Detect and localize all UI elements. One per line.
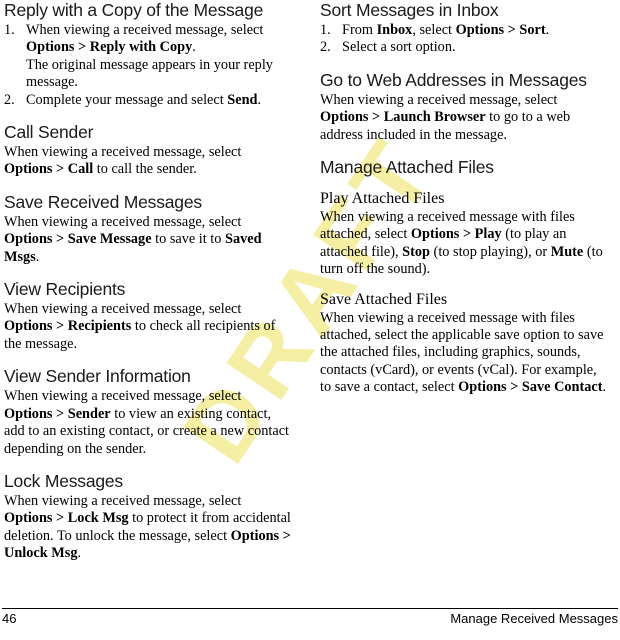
- body-text-run: When viewing a received message, select: [4, 301, 242, 318]
- body-text-run: When viewing a received message, select: [4, 144, 242, 161]
- section-heading: View Sender Information: [4, 366, 191, 387]
- step-text: Complete your message and select Send.: [26, 92, 292, 109]
- emphasis-text: Options > Save Message: [4, 231, 152, 248]
- body-text-run: .: [77, 545, 82, 562]
- step-number: 2.: [4, 91, 15, 108]
- emphasis-text: Options > Recipients: [4, 318, 132, 335]
- procedure-list: 1. From Inbox, select Options > Sort. 2. Se…: [320, 22, 608, 57]
- body-text-run: .: [545, 22, 550, 38]
- emphasis-text: Options > Call: [4, 161, 94, 178]
- step-text: When viewing a received message, select …: [26, 22, 292, 57]
- page-number: 46: [2, 611, 17, 626]
- procedure-step: 2. Select a sort option.: [320, 39, 608, 56]
- step-number: 2.: [320, 39, 331, 56]
- sub-heading: Play Attached Files: [320, 190, 445, 208]
- sub-heading: Save Attached Files: [320, 290, 448, 308]
- section-heading: Call Sender: [4, 122, 94, 143]
- body-paragraph: When viewing a received message, select …: [320, 92, 608, 144]
- emphasis-text: Inbox: [376, 22, 413, 38]
- content-block: Lock Messages When viewing a received mes…: [4, 471, 292, 563]
- right-column: Sort Messages in Inbox 1. From Inbox, sele…: [320, 0, 608, 397]
- section-heading: Reply with a Copy of the Message: [4, 0, 264, 20]
- body-text-run: , select: [412, 22, 456, 38]
- body-paragraph: When viewing a received message, select …: [4, 144, 292, 179]
- emphasis-text: Options > Save Contact: [458, 379, 603, 396]
- emphasis-text: Options > Sort: [455, 22, 546, 38]
- emphasis-text: Send: [227, 91, 258, 108]
- body-paragraph: When viewing a received message, select …: [4, 301, 292, 353]
- step-note: The original message appears in your rep…: [26, 56, 273, 91]
- body-text-run: When viewing a received message, select: [4, 388, 242, 405]
- body-text-run: From: [342, 22, 377, 38]
- body-text-run: Select a sort option.: [342, 39, 456, 56]
- body-text-run: Complete your message and select: [26, 91, 228, 108]
- section-heading: Manage Attached Files: [320, 157, 494, 178]
- step-text: Select a sort option.: [342, 39, 608, 56]
- section-heading: View Recipients: [4, 279, 126, 300]
- section-heading: Go to Web Addresses in Messages: [320, 69, 587, 90]
- body-text-run: When viewing a received message, select: [4, 213, 242, 230]
- body-text-run: When viewing a received message, select: [320, 91, 558, 108]
- body-text-run: .: [602, 379, 607, 396]
- emphasis-text: Options > Launch Browser: [320, 109, 486, 126]
- procedure-step: 1. From Inbox, select Options > Sort.: [320, 22, 608, 39]
- body-text-run: to call the sender.: [93, 161, 197, 178]
- content-block: View Sender Information When viewing a re…: [4, 366, 292, 458]
- body-paragraph: When viewing a received message, select …: [4, 493, 292, 563]
- procedure-list: 1. When viewing a received message, selec…: [4, 22, 292, 109]
- body-text-run: .: [257, 91, 262, 108]
- content-block: Save Received Messages When viewing a rec…: [4, 192, 292, 266]
- body-paragraph: When viewing a received message, select …: [4, 214, 292, 266]
- two-column-body: Reply with a Copy of the Message 1. When v…: [0, 0, 620, 608]
- section-heading: Save Received Messages: [4, 191, 202, 212]
- content-block: Reply with a Copy of the Message 1. When v…: [4, 0, 292, 109]
- footer-divider: [2, 608, 618, 609]
- section-heading: Lock Messages: [4, 470, 123, 491]
- emphasis-text: Mute: [550, 243, 584, 260]
- body-text-run: to save it to: [151, 231, 226, 248]
- content-block: Go to Web Addresses in Messages When view…: [320, 70, 608, 144]
- step-number: 1.: [4, 22, 15, 38]
- content-block: Sort Messages in Inbox 1. From Inbox, sele…: [320, 0, 608, 57]
- document-page: Reply with a Copy of the Message 1. When v…: [0, 0, 620, 640]
- emphasis-text: Options > Play: [410, 226, 502, 243]
- step-number: 1.: [320, 22, 331, 38]
- page-footer: 46 Manage Received Messages: [0, 608, 620, 640]
- procedure-step: 2. Complete your message and select Send.: [4, 92, 292, 109]
- body-paragraph: When viewing a received message with fil…: [320, 310, 608, 397]
- emphasis-text: Stop: [402, 243, 430, 260]
- body-paragraph: When viewing a received message with fil…: [320, 209, 608, 279]
- procedure-step: 1. When viewing a received message, selec…: [4, 22, 292, 92]
- footer-section-title: Manage Received Messages: [450, 611, 618, 626]
- body-text-run: .: [192, 39, 196, 56]
- section-heading: Sort Messages in Inbox: [320, 0, 499, 20]
- body-text-run: (to stop playing), or: [429, 243, 551, 260]
- content-block: Manage Attached Files Play Attached Files…: [320, 157, 608, 397]
- left-column: Reply with a Copy of the Message 1. When v…: [4, 0, 292, 563]
- body-text-run: .: [35, 248, 40, 265]
- emphasis-text: Options > Lock Msg: [4, 510, 129, 527]
- step-text: From Inbox, select Options > Sort.: [342, 22, 608, 39]
- content-block: View Recipients When viewing a received m…: [4, 279, 292, 353]
- content-block: Call Sender When viewing a received messa…: [4, 122, 292, 179]
- body-text-run: When viewing a received message, select: [4, 492, 242, 509]
- body-text-run: When viewing a received message, select: [26, 22, 264, 38]
- emphasis-text: Options > Sender: [4, 405, 111, 422]
- body-paragraph: When viewing a received message, select …: [4, 388, 292, 458]
- emphasis-text: Options > Reply with Copy: [26, 39, 193, 56]
